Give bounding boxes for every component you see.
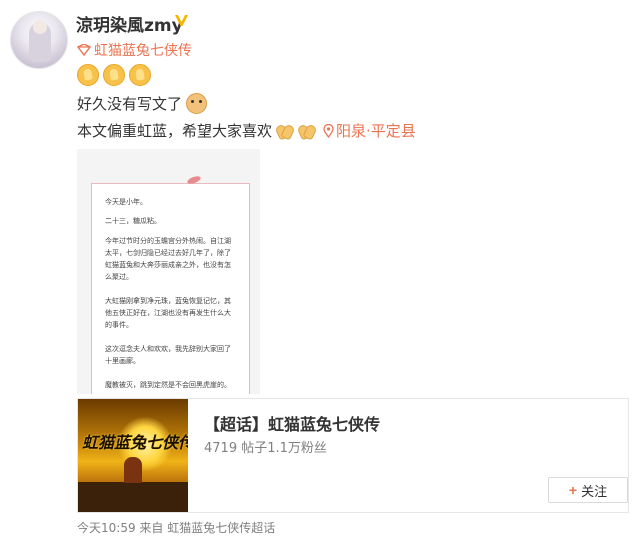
photo-text-line: 二十三，糖瓜粘。 (105, 217, 161, 225)
location-label: 阳泉·平定县 (336, 122, 416, 140)
emoji-row (77, 64, 151, 86)
source-topic-link[interactable]: 虹猫蓝兔七侠传 (77, 40, 192, 60)
post-image[interactable]: 今天是小年。 二十三，糖瓜粘。 今年过节时分的玉蟾宫分外热闹。自江湖太平，七剑归… (77, 149, 260, 394)
source-topic-label: 虹猫蓝兔七侠传 (94, 43, 192, 59)
topic-stats: 4719 帖子1.1万粉丝 (204, 441, 327, 456)
follow-button[interactable]: + 关注 (548, 477, 628, 503)
pray-emoji-icon (129, 64, 151, 86)
avatar-head (33, 20, 47, 34)
topic-title[interactable]: 【超话】虹猫蓝兔七侠传 (204, 411, 380, 435)
post-text-line-2: 本文偏重虹蓝，希望大家喜欢 阳泉·平定县 (77, 120, 416, 141)
follow-label: 关注 (581, 483, 608, 499)
pray-emoji-icon (77, 64, 99, 86)
cover-title-art: 虹猫蓝兔七侠传 (82, 433, 188, 452)
location-pin-icon (323, 123, 334, 138)
photo-text-line: 这次逗念夫人和欢欢，我先辞别大家回了十里画廊。 (105, 345, 231, 365)
photo-text-line: 今年过节时分的玉蟾宫分外热闹。自江湖太平，七剑归隐已经过去好几年了，除了虹猫蓝兔… (105, 237, 231, 281)
plus-icon: + (568, 482, 578, 498)
avatar[interactable] (10, 11, 68, 69)
post-text-line-1: 好久没有写文了 (77, 93, 208, 114)
post-text: 好久没有写文了 (77, 95, 183, 113)
photo-text-line: 魔教被灭，跳到定然是不会回黑虎崖的。 (105, 381, 231, 389)
dog-emoji-icon (186, 93, 208, 114)
v-verified-icon (175, 15, 188, 26)
photo-text-line: 今天是小年。 (105, 198, 147, 206)
cover-hero (124, 457, 142, 483)
photo-text-line: 大虹猫刚拿到净元珠，蓝兔恢复记忆，其他五侠正好在，江湖也没有再发生什么大的事件。 (105, 297, 231, 329)
pray-emoji-icon (103, 64, 125, 86)
post-text: 本文偏重虹蓝，希望大家喜欢 (77, 122, 273, 140)
clap-emoji-icon (275, 122, 294, 139)
author-name[interactable]: 涼玥染風zmy (76, 11, 183, 36)
topic-cover-image[interactable]: 虹猫蓝兔七侠传 (78, 399, 188, 512)
super-topic-icon (77, 44, 91, 56)
cover-ground (78, 482, 188, 512)
clap-emoji-icon (297, 122, 316, 139)
super-topic-card[interactable]: 虹猫蓝兔七侠传 【超话】虹猫蓝兔七侠传 4719 帖子1.1万粉丝 + 关注 (77, 398, 629, 513)
location-link[interactable]: 阳泉·平定县 (323, 120, 416, 141)
post-meta: 今天10:59 来自 虹猫蓝兔七侠传超话 (77, 521, 276, 535)
